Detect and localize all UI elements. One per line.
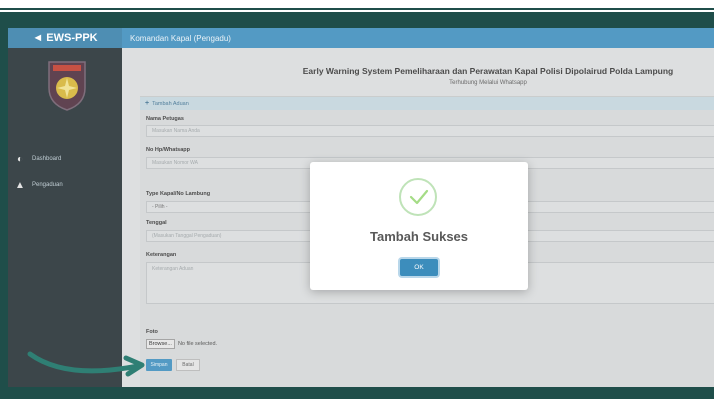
frame-bottom (0, 387, 714, 399)
pointer-arrow-icon (27, 351, 145, 377)
app-screen: ◄ EWS-PPK Komandan Kapal (Pengadu) ◐ Das… (8, 28, 714, 387)
frame-band (0, 12, 714, 28)
frame-top (0, 0, 714, 8)
success-check-icon (399, 178, 437, 216)
success-modal: Tambah Sukses OK (310, 162, 528, 290)
ok-button[interactable]: OK (400, 259, 438, 276)
modal-title: Tambah Sukses (369, 229, 469, 244)
